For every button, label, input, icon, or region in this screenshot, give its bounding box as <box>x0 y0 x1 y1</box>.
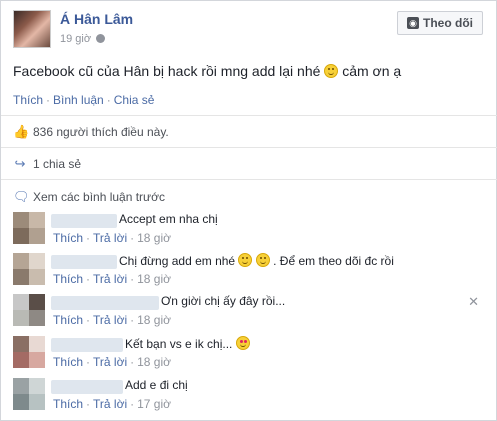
comment-item: Kết bạn vs e ik chị... Thích · Trả lời · 18 … <box>13 336 483 377</box>
likes-row[interactable]: 👍 836 người thích điều này. <box>13 124 169 140</box>
comment-reply-link[interactable]: Trả lời <box>93 231 127 245</box>
commenter-avatar[interactable] <box>13 294 45 326</box>
view-previous-label: Xem các bình luận trước <box>33 190 165 204</box>
comment-time[interactable]: 17 giờ <box>137 397 171 411</box>
heart-eyes-emoji-icon <box>235 336 250 350</box>
comment-time[interactable]: 18 giờ <box>137 313 171 327</box>
close-icon[interactable]: ✕ <box>468 294 479 310</box>
post-text: Facebook cũ của Hân bị hack rồi mng add … <box>13 63 401 79</box>
comment-time[interactable]: 18 giờ <box>137 272 171 286</box>
comment-actions: Thích · Trả lời · 17 giờ <box>53 397 171 411</box>
comment-bubble-icon: 🗨 <box>13 189 30 204</box>
comment-time[interactable]: 18 giờ <box>137 355 171 369</box>
comment-link[interactable]: Bình luận <box>53 93 104 107</box>
comment-reply-link[interactable]: Trả lời <box>93 313 127 327</box>
commenter-name-redacted[interactable] <box>51 296 159 310</box>
comment-text: Add e đi chị <box>125 378 188 392</box>
smiley-emoji-icon <box>238 253 253 267</box>
thumbs-up-icon: 👍 <box>13 124 30 139</box>
comment-actions: Thích · Trả lời · 18 giờ <box>53 313 171 327</box>
commenter-avatar[interactable] <box>13 212 45 244</box>
post-actions: Thích · Bình luận · Chia sẻ <box>13 93 155 107</box>
comment-text: Accept em nha chị <box>119 212 218 226</box>
comment-time[interactable]: 18 giờ <box>137 231 171 245</box>
view-previous-comments[interactable]: 🗨 Xem các bình luận trước <box>13 189 165 205</box>
comment-actions: Thích · Trả lời · 18 giờ <box>53 355 171 369</box>
author-avatar[interactable] <box>13 10 51 48</box>
comment-reply-link[interactable]: Trả lời <box>93 355 127 369</box>
share-link[interactable]: Chia sẻ <box>114 93 155 107</box>
comment-item: Chị đừng add em nhé . Để em theo dõi đc … <box>13 253 483 294</box>
facebook-post-card: Á Hân Lâm 19 giờ ◉ Theo dõi Facebook cũ … <box>0 0 497 421</box>
post-header: Á Hân Lâm 19 giờ ◉ Theo dõi <box>13 10 483 50</box>
comment-actions: Thích · Trả lời · 18 giờ <box>53 231 171 245</box>
shares-row[interactable]: ↪ 1 chia sẻ <box>13 156 81 172</box>
commenter-name-redacted[interactable] <box>51 338 123 352</box>
comment-reply-link[interactable]: Trả lời <box>93 397 127 411</box>
commenter-avatar[interactable] <box>13 336 45 368</box>
comment-item: Accept em nha chị Thích · Trả lời · 18 giờ <box>13 212 483 253</box>
follow-label: Theo dõi <box>423 16 473 30</box>
smiley-emoji-icon <box>255 253 270 267</box>
post-time-text: 19 giờ <box>60 33 92 45</box>
likes-count: 836 người thích điều này. <box>33 125 169 139</box>
comment-like-link[interactable]: Thích <box>53 355 83 369</box>
comment-like-link[interactable]: Thích <box>53 313 83 327</box>
comment-like-link[interactable]: Thích <box>53 272 83 286</box>
comment-like-link[interactable]: Thích <box>53 231 83 245</box>
commenter-name-redacted[interactable] <box>51 380 123 394</box>
smiley-emoji-icon <box>324 64 339 78</box>
post-time[interactable]: 19 giờ <box>60 33 106 45</box>
globe-icon <box>96 34 106 43</box>
comment-item: Add e đi chị Thích · Trả lời · 17 giờ <box>13 378 483 419</box>
commenter-avatar[interactable] <box>13 253 45 285</box>
comment-like-link[interactable]: Thích <box>53 397 83 411</box>
divider <box>1 179 497 180</box>
divider <box>1 147 497 148</box>
commenter-name-redacted[interactable] <box>51 255 117 269</box>
comment-text: Chị đừng add em nhé . Để em theo dõi đc … <box>119 253 394 268</box>
commenter-name-redacted[interactable] <box>51 214 117 228</box>
follow-button[interactable]: ◉ Theo dõi <box>397 11 483 35</box>
shares-count: 1 chia sẻ <box>33 157 82 171</box>
rss-icon: ◉ <box>407 17 419 29</box>
share-arrow-icon: ↪ <box>14 156 26 171</box>
like-link[interactable]: Thích <box>13 93 43 107</box>
comment-text: Kết bạn vs e ik chị... <box>125 336 250 351</box>
comment-reply-link[interactable]: Trả lời <box>93 272 127 286</box>
author-name[interactable]: Á Hân Lâm <box>60 11 133 27</box>
comment-text-tail: . Để em theo dõi đc rồi <box>273 254 394 268</box>
comment-text: Ơn giời chị ấy đây rồi... <box>161 294 286 308</box>
post-text-main: Facebook cũ của Hân bị hack rồi mng add … <box>13 63 321 79</box>
divider <box>1 115 497 116</box>
comment-text-main: Chị đừng add em nhé <box>119 254 236 268</box>
commenter-avatar[interactable] <box>13 378 45 410</box>
comment-text-main: Kết bạn vs e ik chị... <box>125 337 233 351</box>
comment-actions: Thích · Trả lời · 18 giờ <box>53 272 171 286</box>
post-text-tail: cảm ơn ạ <box>342 63 402 79</box>
comment-item: Ơn giời chị ấy đây rồi... ✕ Thích · Trả lờ… <box>13 294 483 335</box>
